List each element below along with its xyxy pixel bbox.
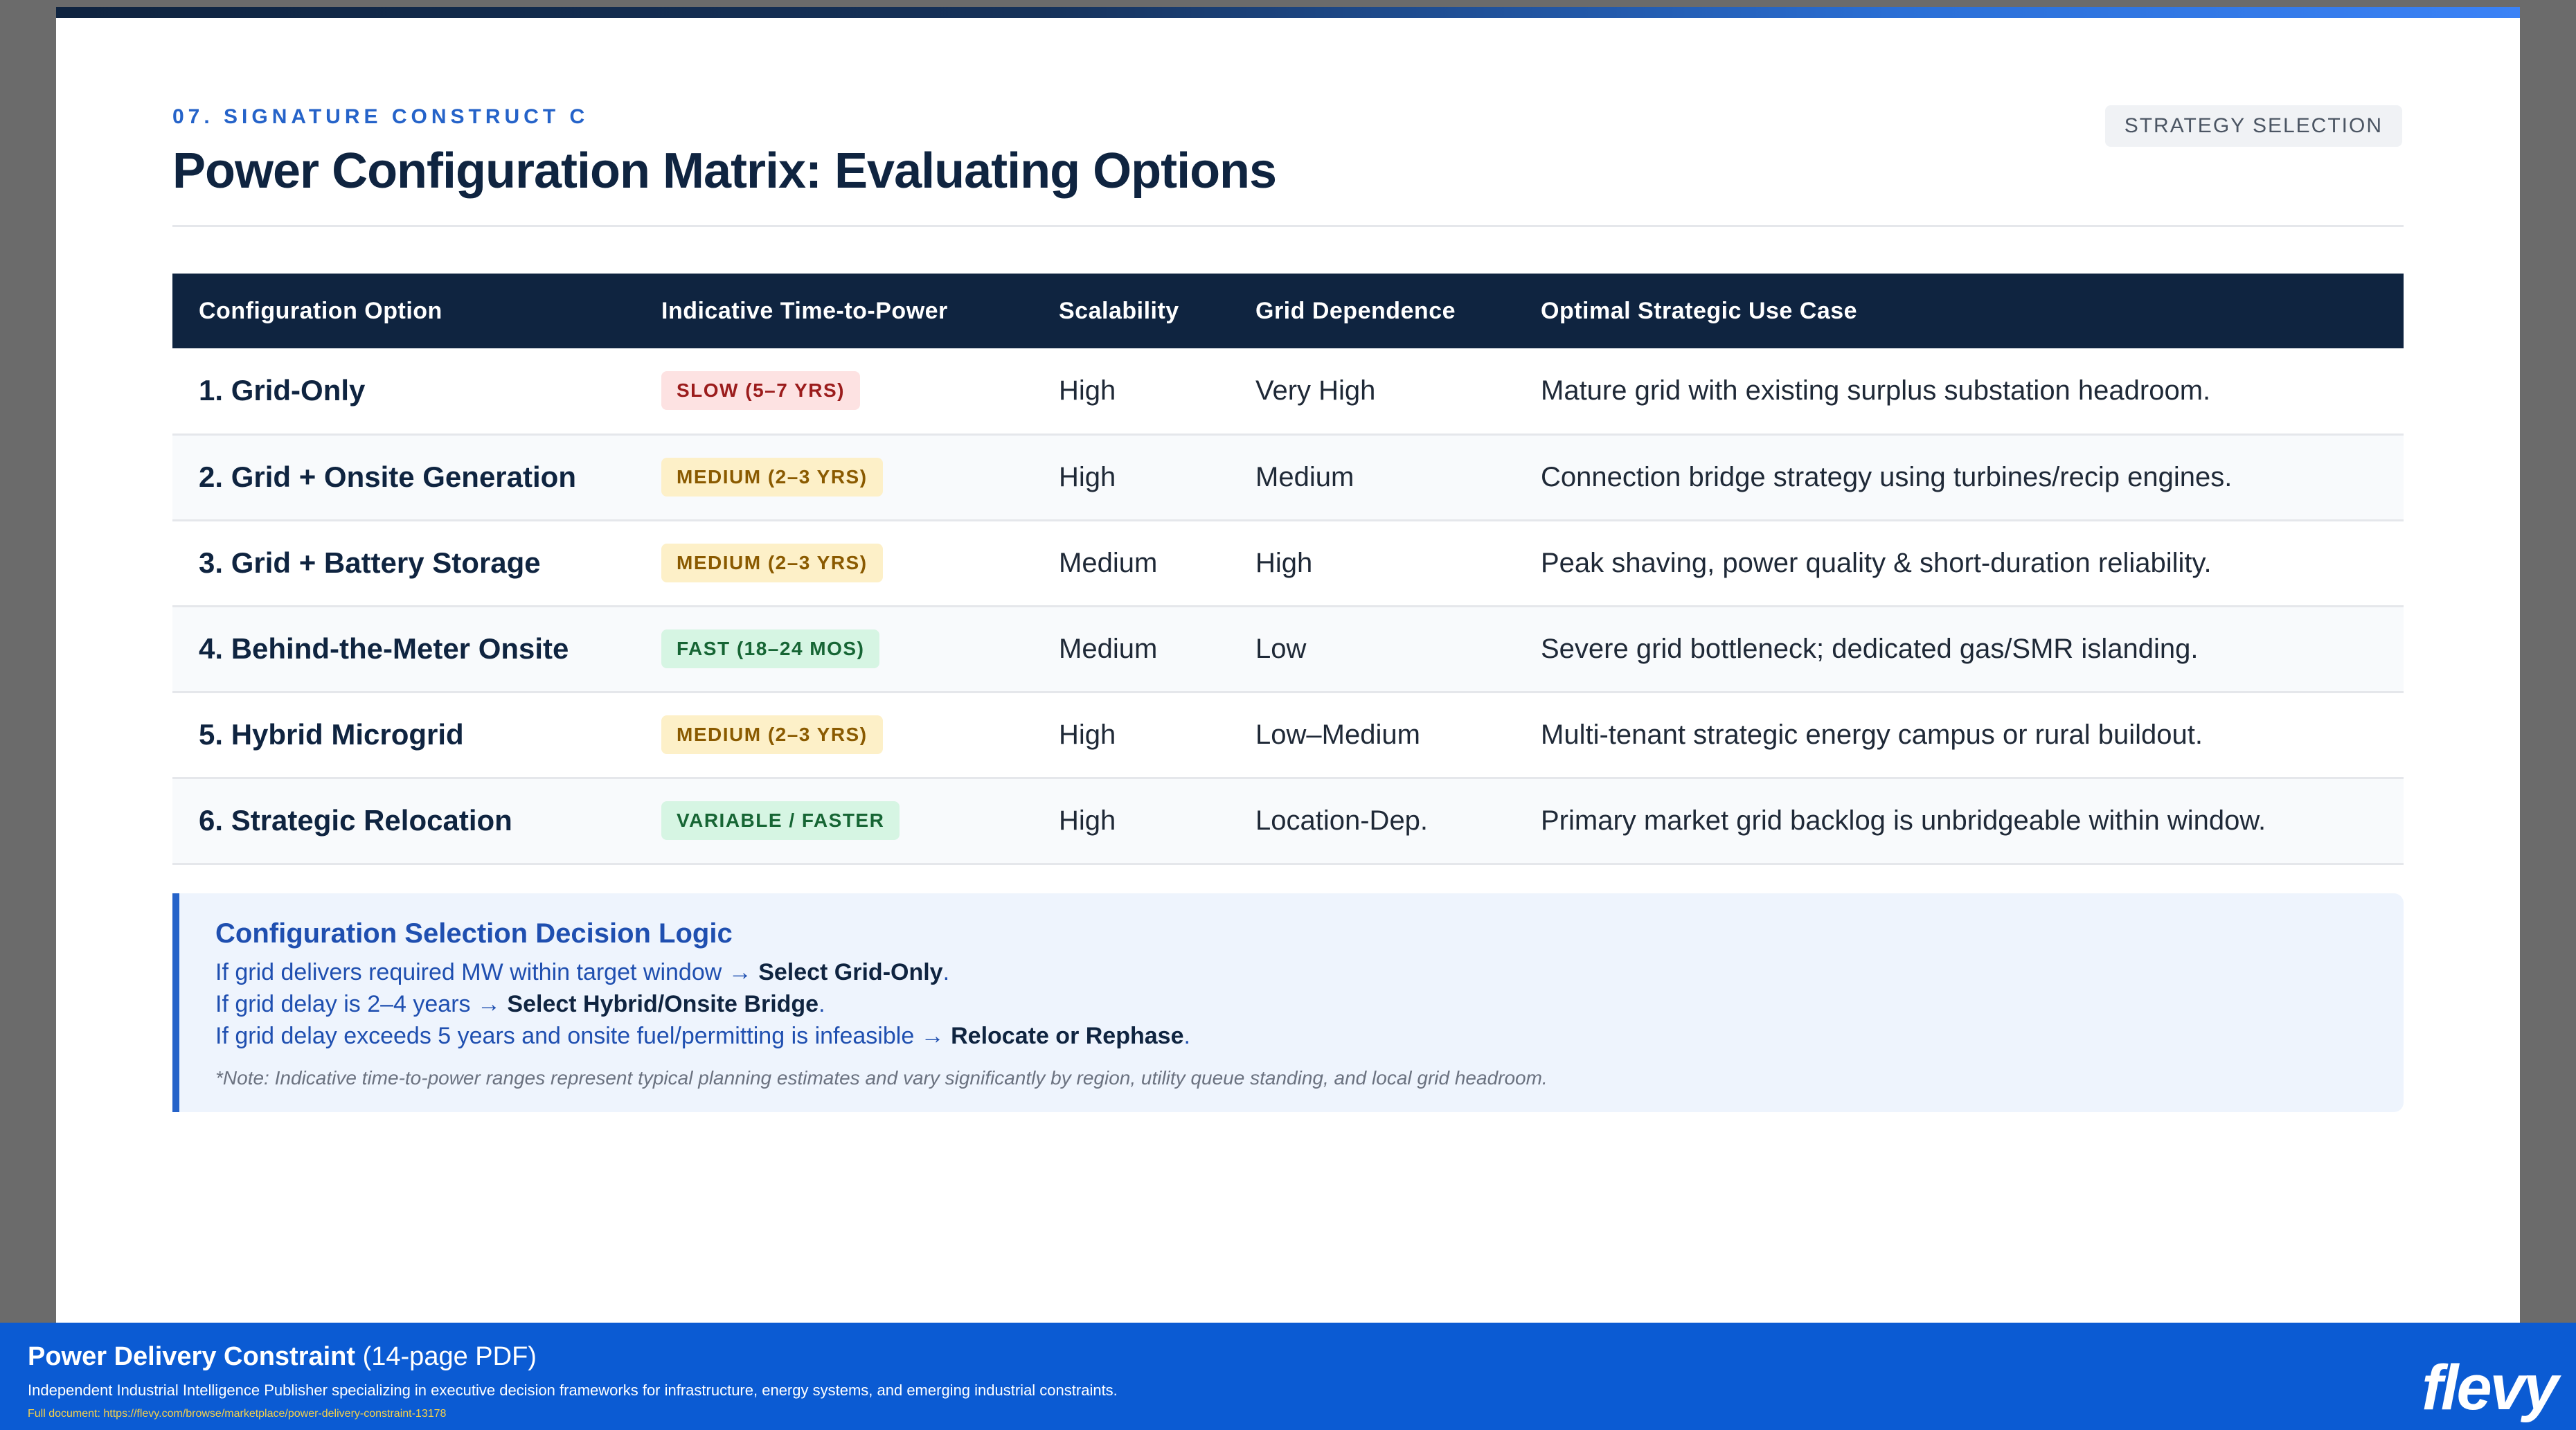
table-row: 3. Grid + Battery Storage MEDIUM (2–3 YR…: [172, 520, 2404, 607]
time-badge: MEDIUM (2–3 YRS): [661, 715, 883, 754]
use-case-cell: Connection bridge strategy using turbine…: [1514, 434, 2404, 521]
time-cell: MEDIUM (2–3 YRS): [635, 520, 1032, 607]
use-case-cell: Peak shaving, power quality & short-dura…: [1514, 520, 2404, 607]
option-cell: 4. Behind-the-Meter Onsite: [172, 606, 635, 693]
scalability-cell: High: [1032, 348, 1229, 436]
configuration-matrix: Configuration Option Indicative Time-to-…: [172, 274, 2404, 865]
document-link[interactable]: Full document: https://flevy.com/browse/…: [28, 1408, 2576, 1420]
top-accent-bar: [56, 7, 2520, 18]
table-row: 1. Grid-Only SLOW (5–7 YRS) High Very Hi…: [172, 348, 2404, 436]
table-row: 5. Hybrid Microgrid MEDIUM (2–3 YRS) Hig…: [172, 692, 2404, 779]
table-row: 6. Strategic Relocation VARIABLE / FASTE…: [172, 778, 2404, 865]
time-badge: FAST (18–24 MOS): [661, 629, 880, 668]
table-header-row: Configuration Option Indicative Time-to-…: [172, 274, 2404, 348]
rule-action: Select Hybrid/Onsite Bridge: [507, 991, 819, 1017]
grid-dependence-cell: Location-Dep.: [1229, 778, 1514, 865]
time-cell: MEDIUM (2–3 YRS): [635, 434, 1032, 521]
option-cell: 2. Grid + Onsite Generation: [172, 434, 635, 521]
scalability-cell: High: [1032, 778, 1229, 865]
footer-description: Independent Industrial Intelligence Publ…: [28, 1382, 1118, 1399]
time-badge: VARIABLE / FASTER: [661, 801, 900, 840]
time-cell: MEDIUM (2–3 YRS): [635, 692, 1032, 779]
scalability-cell: High: [1032, 434, 1229, 521]
scalability-cell: High: [1032, 692, 1229, 779]
use-case-cell: Primary market grid backlog is unbridgea…: [1514, 778, 2404, 865]
rule-end: .: [942, 959, 950, 985]
column-header: Indicative Time-to-Power: [635, 274, 1032, 348]
footer-title: Power Delivery Constraint (14-page PDF): [28, 1342, 2576, 1372]
use-case-cell: Mature grid with existing surplus substa…: [1514, 348, 2404, 436]
grid-dependence-cell: Medium: [1229, 434, 1514, 521]
rule-end: .: [819, 991, 825, 1017]
flevy-logo[interactable]: flevy: [2422, 1352, 2559, 1424]
rule-condition: If grid delivers required MW within targ…: [215, 959, 759, 985]
document-name[interactable]: Power Delivery Constraint: [28, 1342, 355, 1371]
time-badge: MEDIUM (2–3 YRS): [661, 458, 883, 497]
scalability-cell: Medium: [1032, 606, 1229, 693]
use-case-cell: Multi-tenant strategic energy campus or …: [1514, 692, 2404, 779]
option-cell: 5. Hybrid Microgrid: [172, 692, 635, 779]
time-badge: MEDIUM (2–3 YRS): [661, 544, 883, 582]
footer-banner: Power Delivery Constraint (14-page PDF) …: [0, 1323, 2576, 1430]
option-cell: 6. Strategic Relocation: [172, 778, 635, 865]
section-label: 07. SIGNATURE CONSTRUCT C: [172, 105, 589, 128]
column-header: Scalability: [1032, 274, 1229, 348]
page-title: Power Configuration Matrix: Evaluating O…: [172, 143, 1277, 199]
footnote: *Note: Indicative time-to-power ranges r…: [215, 1067, 1548, 1089]
scalability-cell: Medium: [1032, 520, 1229, 607]
time-badge: SLOW (5–7 YRS): [661, 371, 860, 411]
strategy-tag: STRATEGY SELECTION: [2104, 105, 2402, 147]
grid-dependence-cell: Low–Medium: [1229, 692, 1514, 779]
decision-logic-title: Configuration Selection Decision Logic: [215, 918, 733, 949]
decision-logic-box: Configuration Selection Decision Logic I…: [172, 893, 2404, 1112]
grid-dependence-cell: Very High: [1229, 348, 1514, 436]
grid-dependence-cell: High: [1229, 520, 1514, 607]
title-divider: [172, 225, 2404, 227]
rule-action: Relocate or Rephase: [951, 1023, 1184, 1049]
decision-rule: If grid delivers required MW within targ…: [215, 956, 2404, 988]
table-row: 2. Grid + Onsite Generation MEDIUM (2–3 …: [172, 434, 2404, 521]
rule-end: .: [1183, 1023, 1190, 1049]
slide: 07. SIGNATURE CONSTRUCT C Power Configur…: [56, 7, 2520, 1323]
decision-rule: If grid delay is 2–4 years → Select Hybr…: [215, 988, 2404, 1020]
column-header: Grid Dependence: [1229, 274, 1514, 348]
time-cell: VARIABLE / FASTER: [635, 778, 1032, 865]
column-header: Optimal Strategic Use Case: [1514, 274, 2404, 348]
option-cell: 3. Grid + Battery Storage: [172, 520, 635, 607]
decision-rule: If grid delay exceeds 5 years and onsite…: [215, 1020, 2404, 1052]
option-cell: 1. Grid-Only: [172, 348, 635, 436]
use-case-cell: Severe grid bottleneck; dedicated gas/SM…: [1514, 606, 2404, 693]
document-pages: (14-page PDF): [362, 1342, 537, 1371]
table-row: 4. Behind-the-Meter Onsite FAST (18–24 M…: [172, 606, 2404, 693]
rule-action: Select Grid-Only: [758, 959, 943, 985]
column-header: Configuration Option: [172, 274, 635, 348]
grid-dependence-cell: Low: [1229, 606, 1514, 693]
time-cell: SLOW (5–7 YRS): [635, 348, 1032, 436]
time-cell: FAST (18–24 MOS): [635, 606, 1032, 693]
rule-condition: If grid delay is 2–4 years →: [215, 991, 508, 1017]
rule-condition: If grid delay exceeds 5 years and onsite…: [215, 1023, 951, 1049]
